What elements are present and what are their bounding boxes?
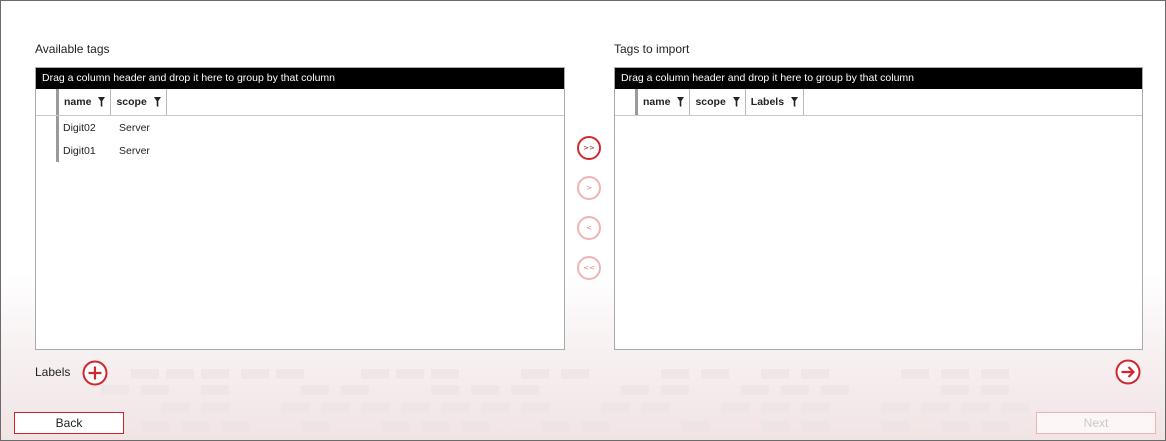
column-header-label: Labels [750,96,785,108]
add-selected-button[interactable]: > [577,176,601,200]
cell-name: Digit02 [63,121,96,134]
available-tags-title: Available tags [35,42,110,56]
column-headers: name scope Labels [635,89,805,115]
cell-name: Digit01 [63,144,96,157]
column-header-row: name scope Labels [615,89,1142,116]
filter-icon[interactable] [153,97,161,107]
tags-to-import-title: Tags to import [614,42,690,56]
arrow-right-circle-icon[interactable] [1115,359,1141,385]
row-indicator [56,139,59,162]
column-header-row: name scope [36,89,564,116]
plus-circle-icon[interactable] [82,360,108,386]
cell-scope: Server [119,121,150,134]
background-tiles [101,369,1029,431]
row-indicator-header [36,89,56,115]
filter-icon[interactable] [98,97,106,107]
column-header-scope[interactable]: scope [111,89,167,115]
cell-scope: Server [119,144,150,157]
import-tags-window: Available tags Drag a column header and … [0,0,1166,441]
column-header-labels[interactable]: Labels [746,89,805,115]
tags-to-import-grid: Drag a column header and drop it here to… [614,67,1143,350]
remove-all-button[interactable]: << [577,256,601,280]
column-header-name[interactable]: name [59,89,112,115]
filter-icon[interactable] [791,97,799,107]
add-all-button[interactable]: >> [577,136,601,160]
filter-icon[interactable] [677,97,685,107]
back-button[interactable]: Back [14,412,124,434]
next-button[interactable]: Next [1036,412,1156,434]
group-by-drop-area[interactable]: Drag a column header and drop it here to… [615,68,1142,89]
column-header-label: name [64,96,92,108]
column-header-label: scope [116,96,147,108]
available-tags-grid: Drag a column header and drop it here to… [35,67,565,350]
row-indicator-header [615,89,635,115]
column-headers: name scope [56,89,167,115]
column-header-label: name [643,96,671,108]
row-indicator [56,116,59,139]
remove-selected-button[interactable]: < [577,216,601,240]
filter-icon[interactable] [732,97,740,107]
column-header-name[interactable]: name [638,89,691,115]
group-by-drop-area[interactable]: Drag a column header and drop it here to… [36,68,564,89]
column-header-scope[interactable]: scope [690,89,746,115]
labels-title: Labels [35,365,71,379]
column-header-label: scope [695,96,726,108]
